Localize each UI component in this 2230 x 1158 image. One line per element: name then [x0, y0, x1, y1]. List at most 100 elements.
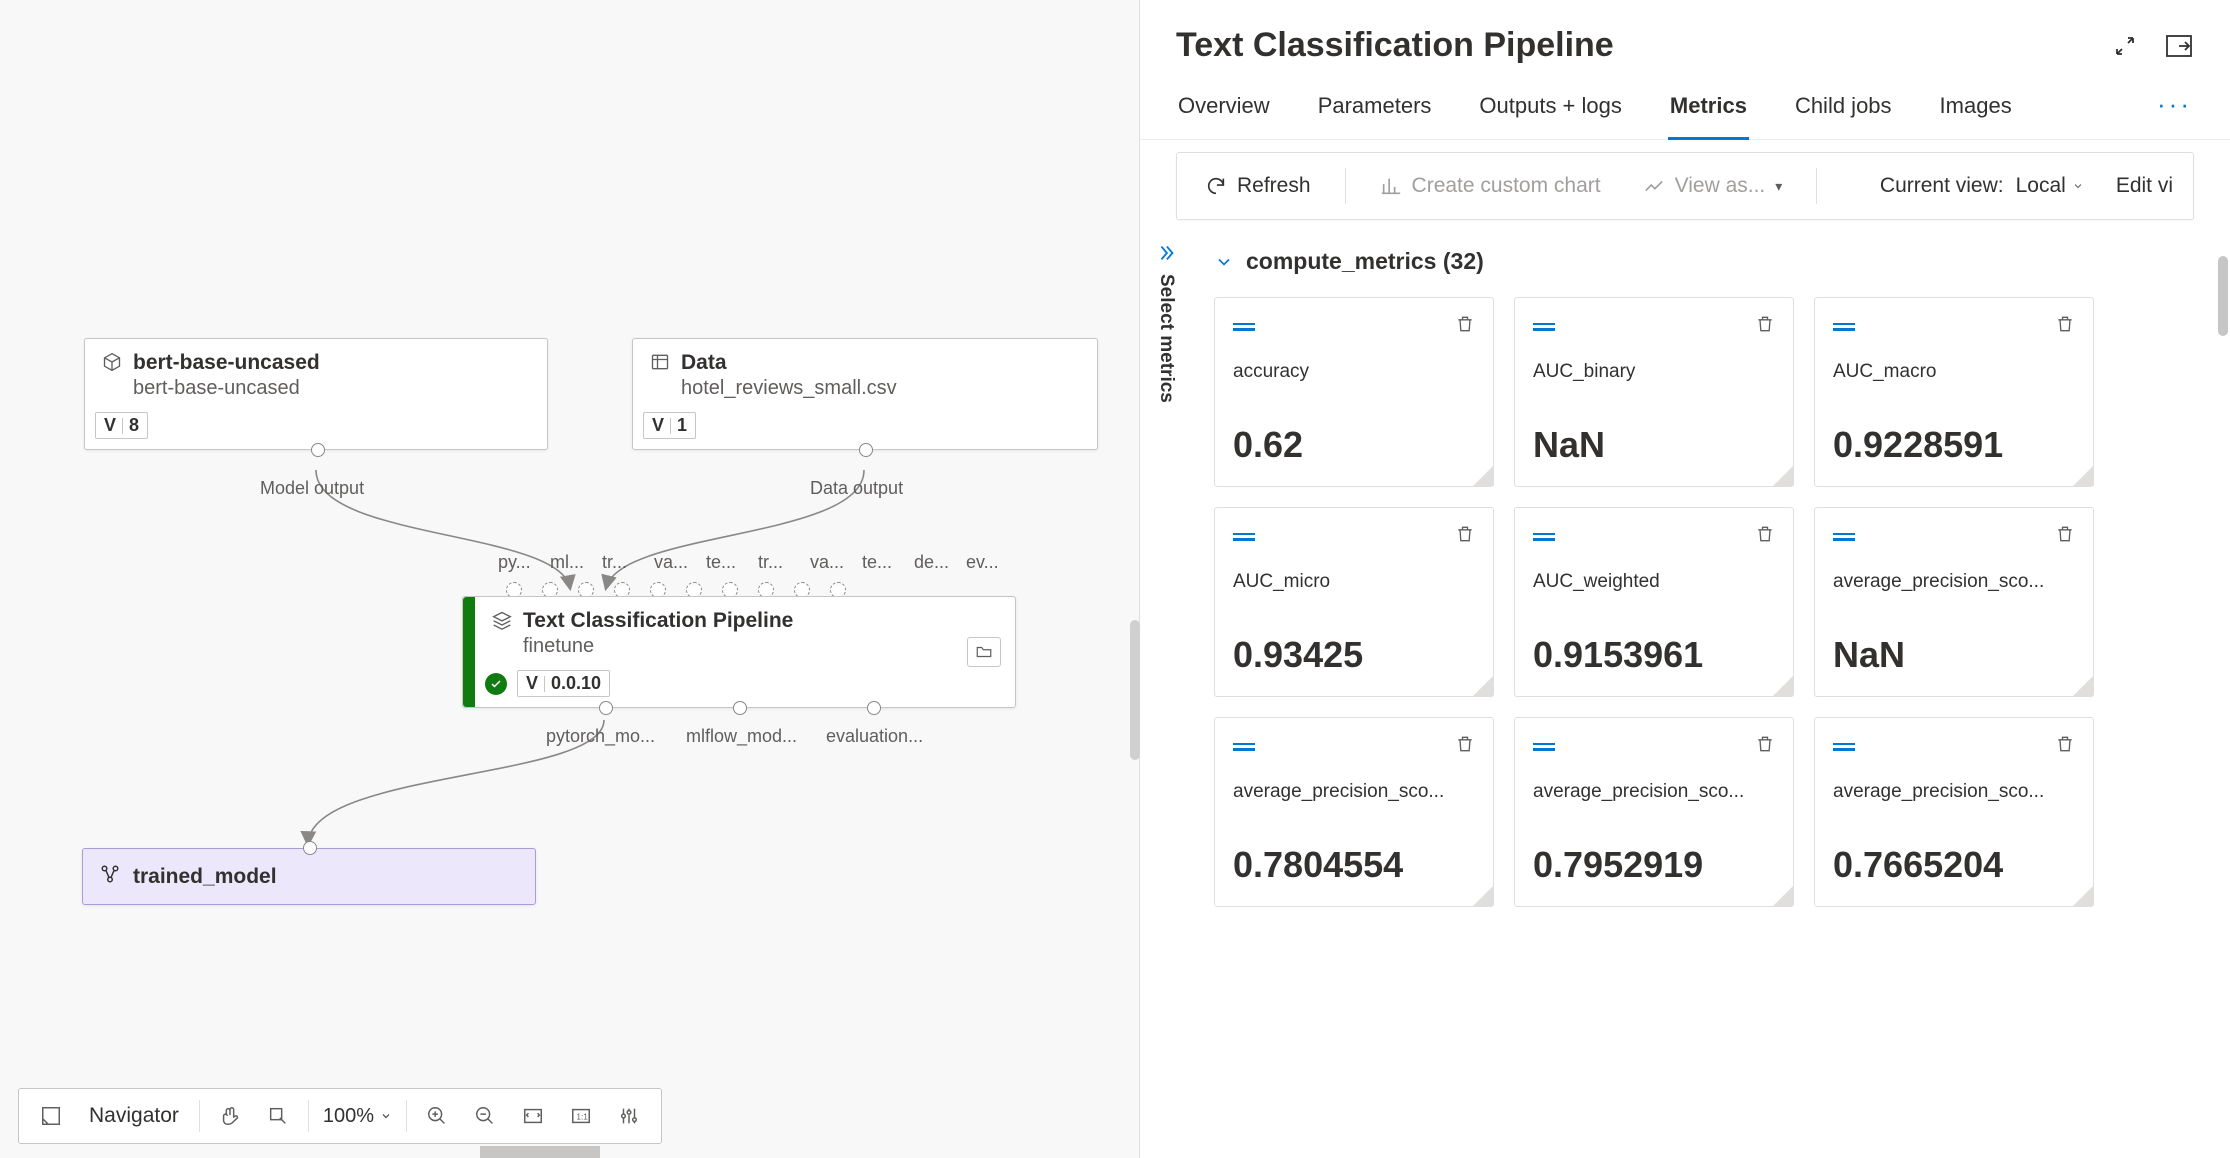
refresh-icon [1205, 175, 1227, 197]
open-folder-button[interactable] [967, 637, 1001, 667]
metric-value: 0.62 [1233, 424, 1475, 466]
delete-icon[interactable] [1755, 524, 1775, 549]
navigator-label[interactable]: Navigator [77, 1104, 191, 1128]
metric-name: accuracy [1233, 361, 1475, 383]
node-title: trained_model [133, 865, 277, 889]
drag-handle-icon[interactable] [1233, 743, 1255, 751]
delete-icon[interactable] [1755, 734, 1775, 759]
auto-layout-icon[interactable] [607, 1094, 651, 1138]
drag-handle-icon[interactable] [1833, 743, 1855, 751]
metric-card[interactable]: AUC_micro0.93425 [1214, 507, 1494, 697]
chevron-down-icon: ▾ [1775, 178, 1782, 195]
delete-icon[interactable] [1455, 524, 1475, 549]
graph-canvas[interactable]: bert-base-uncased bert-base-uncased V8 M… [0, 0, 1140, 1158]
scrollbar-thumb[interactable] [2218, 256, 2228, 336]
resize-corner-icon[interactable] [1473, 676, 1493, 696]
bar-chart-icon [1380, 175, 1402, 197]
port-label: pytorch_mo... [546, 726, 655, 747]
node-model[interactable]: bert-base-uncased bert-base-uncased V8 [84, 338, 548, 450]
delete-icon[interactable] [1755, 314, 1775, 339]
chevron-down-icon [1214, 252, 1234, 272]
flow-icon [99, 863, 121, 890]
zoom-out-icon[interactable] [463, 1094, 507, 1138]
drag-handle-icon[interactable] [1533, 743, 1555, 751]
metric-card[interactable]: average_precision_sco...0.7804554 [1214, 717, 1494, 907]
tab-metrics[interactable]: Metrics [1668, 75, 1749, 139]
resize-corner-icon[interactable] [2073, 886, 2093, 906]
tab-outputs[interactable]: Outputs + logs [1477, 75, 1623, 139]
resize-corner-icon[interactable] [2073, 676, 2093, 696]
zoom-level[interactable]: 100% [317, 1105, 398, 1128]
delete-icon[interactable] [2055, 734, 2075, 759]
layers-icon [491, 609, 513, 631]
metric-card[interactable]: average_precision_sco...NaN [1814, 507, 2094, 697]
resize-corner-icon[interactable] [1773, 466, 1793, 486]
select-icon[interactable] [256, 1094, 300, 1138]
drag-handle-icon[interactable] [1233, 533, 1255, 541]
metric-card[interactable]: average_precision_sco...0.7665204 [1814, 717, 2094, 907]
expand-icon[interactable] [2110, 31, 2140, 61]
pipeline-input-labels: py...ml... tr...va... te...tr... va...te… [498, 552, 1004, 573]
more-tabs-button[interactable]: ··· [2155, 75, 2194, 139]
resize-corner-icon[interactable] [2073, 466, 2093, 486]
tab-parameters[interactable]: Parameters [1316, 75, 1434, 139]
fit-screen-icon[interactable] [511, 1094, 555, 1138]
resize-corner-icon[interactable] [1773, 676, 1793, 696]
metric-value: NaN [1833, 634, 2075, 676]
tab-bar: Overview Parameters Outputs + logs Metri… [1140, 75, 2230, 140]
resize-corner-icon[interactable] [1773, 886, 1793, 906]
metric-cards-grid: accuracy 0.62 AUC_binaryNaNAUC_macro0.9228… [1214, 297, 2206, 907]
output-port[interactable] [599, 701, 613, 715]
node-title: Text Classification Pipeline [523, 609, 793, 633]
input-port[interactable] [303, 841, 317, 855]
navigator-icon[interactable] [29, 1094, 73, 1138]
metric-card[interactable]: AUC_macro0.9228591 [1814, 297, 2094, 487]
metric-card[interactable]: average_precision_sco...0.7952919 [1514, 717, 1794, 907]
current-view-select[interactable]: Local [2016, 174, 2084, 198]
delete-icon[interactable] [1455, 314, 1475, 339]
metric-card[interactable]: accuracy 0.62 [1214, 297, 1494, 487]
pan-hand-icon[interactable] [208, 1094, 252, 1138]
drag-handle-icon[interactable] [1233, 323, 1255, 331]
select-metrics-rail[interactable]: Select metrics [1140, 220, 1192, 1158]
version-badge: V1 [643, 412, 696, 439]
zoom-in-icon[interactable] [415, 1094, 459, 1138]
resize-corner-icon[interactable] [1473, 886, 1493, 906]
node-data[interactable]: Data hotel_reviews_small.csv V1 [632, 338, 1098, 450]
output-port[interactable] [311, 443, 325, 457]
metric-value: 0.9153961 [1533, 634, 1775, 676]
actual-size-icon[interactable]: 1:1 [559, 1094, 603, 1138]
resize-corner-icon[interactable] [1473, 466, 1493, 486]
drag-handle-icon[interactable] [1533, 323, 1555, 331]
drag-handle-icon[interactable] [1533, 533, 1555, 541]
drag-handle-icon[interactable] [1833, 323, 1855, 331]
tab-overview[interactable]: Overview [1176, 75, 1272, 139]
metric-name: AUC_weighted [1533, 571, 1775, 593]
app-root: bert-base-uncased bert-base-uncased V8 M… [0, 0, 2230, 1158]
tab-images[interactable]: Images [1938, 75, 2014, 139]
delete-icon[interactable] [2055, 524, 2075, 549]
tab-child-jobs[interactable]: Child jobs [1793, 75, 1894, 139]
panel-title: Text Classification Pipeline [1176, 26, 2110, 65]
port-label: evaluation... [826, 726, 923, 747]
delete-icon[interactable] [1455, 734, 1475, 759]
metrics-group-header[interactable]: compute_metrics (32) [1214, 248, 2206, 275]
refresh-button[interactable]: Refresh [1197, 168, 1319, 204]
drag-handle-icon[interactable] [1833, 533, 1855, 541]
metric-value: 0.93425 [1233, 634, 1475, 676]
metric-card[interactable]: AUC_binaryNaN [1514, 297, 1794, 487]
version-badge: V8 [95, 412, 148, 439]
output-port[interactable] [867, 701, 881, 715]
splitter-handle[interactable] [1130, 620, 1140, 760]
metric-card[interactable]: AUC_weighted 0.9153961 [1514, 507, 1794, 697]
delete-icon[interactable] [2055, 314, 2075, 339]
output-port[interactable] [733, 701, 747, 715]
edit-view-button[interactable]: Edit vi [2116, 174, 2173, 198]
canvas-scrollbar[interactable] [480, 1146, 600, 1158]
node-trained-model[interactable]: trained_model [82, 848, 536, 905]
popout-icon[interactable] [2164, 31, 2194, 61]
output-port[interactable] [859, 443, 873, 457]
metric-value: 0.7952919 [1533, 844, 1775, 886]
node-pipeline[interactable]: Text Classification Pipeline finetune V0… [462, 596, 1016, 708]
details-panel: Text Classification Pipeline Overview Pa… [1140, 0, 2230, 1158]
